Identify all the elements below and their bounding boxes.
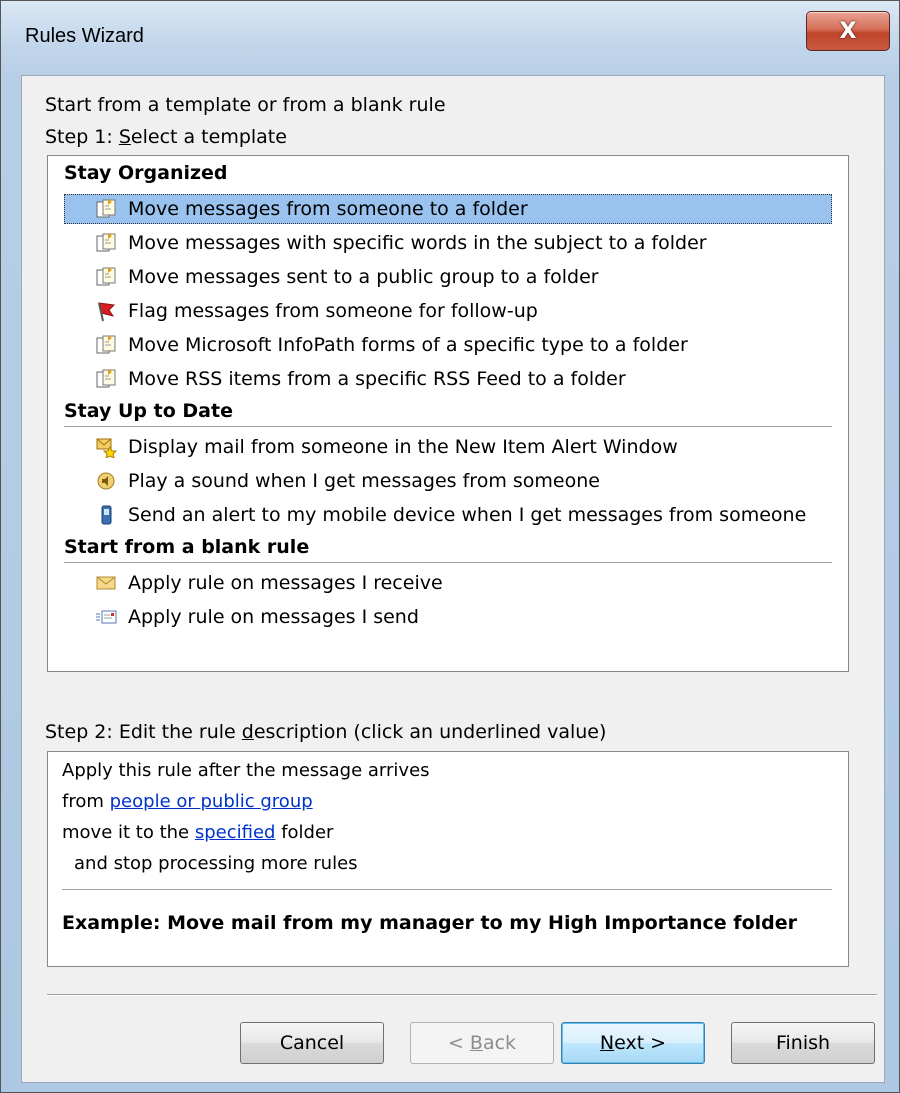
list-item[interactable]: Display mail from someone in the New Ite… bbox=[64, 432, 832, 462]
step2-label: Step 2: Edit the rule description (click… bbox=[45, 721, 607, 743]
finish-button[interactable]: Finish bbox=[731, 1022, 875, 1064]
description-line: from people or public group bbox=[62, 791, 313, 812]
list-item[interactable]: Move messages from someone to a folder bbox=[64, 194, 832, 224]
description-line: Apply this rule after the message arrive… bbox=[62, 760, 430, 781]
envelope-icon bbox=[94, 571, 118, 595]
rules-wizard-window: Rules Wizard X Start from a template or … bbox=[0, 0, 900, 1093]
move-to-folder-icon bbox=[94, 231, 118, 255]
move-to-folder-icon bbox=[94, 197, 118, 221]
move-to-folder-icon bbox=[94, 367, 118, 391]
intro-text: Start from a template or from a blank ru… bbox=[45, 94, 446, 116]
group-divider bbox=[64, 426, 832, 427]
specified-folder-link[interactable]: specified bbox=[195, 822, 276, 843]
rule-description-box: Apply this rule after the message arrive… bbox=[47, 751, 849, 967]
list-item[interactable]: Move Microsoft InfoPath forms of a speci… bbox=[64, 330, 832, 360]
speaker-icon bbox=[94, 469, 118, 493]
alert-window-icon bbox=[94, 435, 118, 459]
move-to-folder-icon bbox=[94, 265, 118, 289]
window-title: Rules Wizard bbox=[25, 25, 144, 47]
next-button[interactable]: Next > bbox=[561, 1022, 705, 1064]
cancel-button[interactable]: Cancel bbox=[240, 1022, 384, 1064]
mobile-phone-icon bbox=[94, 503, 118, 527]
list-item[interactable]: Apply rule on messages I send bbox=[64, 602, 832, 632]
example-text: Example: Move mail from my manager to my… bbox=[62, 912, 797, 934]
list-item[interactable]: Flag messages from someone for follow-up bbox=[64, 296, 832, 326]
button-divider bbox=[47, 994, 877, 996]
list-item[interactable]: Send an alert to my mobile device when I… bbox=[64, 500, 832, 530]
step1-label: Step 1: Select a template bbox=[45, 126, 287, 148]
red-flag-icon bbox=[94, 299, 118, 323]
group-heading-stay-up-to-date: Stay Up to Date bbox=[64, 400, 233, 422]
group-heading-stay-organized: Stay Organized bbox=[64, 162, 228, 184]
close-button[interactable]: X bbox=[806, 11, 890, 51]
list-item[interactable]: Move messages with specific words in the… bbox=[64, 228, 832, 258]
sent-mail-icon bbox=[94, 605, 118, 629]
title-bar[interactable]: Rules Wizard X bbox=[1, 1, 899, 75]
move-to-folder-icon bbox=[94, 333, 118, 357]
close-icon: X bbox=[839, 18, 857, 44]
group-divider bbox=[64, 562, 832, 563]
list-item[interactable]: Apply rule on messages I receive bbox=[64, 568, 832, 598]
list-item[interactable]: Move RSS items from a specific RSS Feed … bbox=[64, 364, 832, 394]
group-heading-blank-rule: Start from a blank rule bbox=[64, 536, 310, 558]
description-line: move it to the specified folder bbox=[62, 822, 334, 843]
list-item[interactable]: Play a sound when I get messages from so… bbox=[64, 466, 832, 496]
template-list[interactable]: Stay Organized Move messages from someon… bbox=[47, 155, 849, 672]
back-button[interactable]: < Back bbox=[410, 1022, 554, 1064]
description-line: and stop processing more rules bbox=[74, 853, 358, 874]
dialog-body: Start from a template or from a blank ru… bbox=[21, 75, 885, 1083]
description-divider bbox=[62, 889, 832, 890]
people-or-public-group-link[interactable]: people or public group bbox=[110, 791, 313, 812]
list-item[interactable]: Move messages sent to a public group to … bbox=[64, 262, 832, 292]
